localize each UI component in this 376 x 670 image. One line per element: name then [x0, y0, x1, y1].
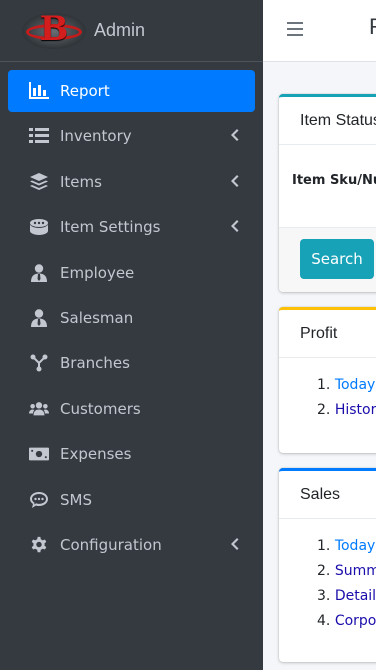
user-tie-icon [28, 263, 50, 283]
sidebar-item-label: Branches [60, 354, 130, 373]
sidebar: B Admin Report Inventory Items Item Sett… [0, 0, 263, 670]
top-navbar: R [263, 0, 376, 62]
brand-link[interactable]: B Admin [0, 0, 263, 62]
brand-logo-letter: B [39, 8, 69, 49]
sales-summary-link[interactable]: Summary [335, 563, 376, 579]
list-item: 3. Details [317, 588, 376, 613]
sales-today-link[interactable]: Today [335, 538, 376, 554]
sales-card: Sales 1. Today 2. Summary 3. Details 4. … [279, 468, 376, 662]
profit-card: Profit 1. Today 2. History [279, 307, 376, 453]
money-bill-icon [28, 444, 50, 464]
sales-corporate-link[interactable]: Corporate [335, 613, 376, 629]
profit-card-header: Profit [279, 310, 376, 358]
list-item: 1. Today [317, 538, 376, 554]
layers-icon [28, 172, 50, 192]
branches-icon [28, 353, 50, 373]
sidebar-item-salesman[interactable]: Salesman [8, 297, 255, 339]
sidebar-item-items[interactable]: Items [8, 161, 255, 203]
item-status-card: Item Status Item Sku/Num Search [279, 94, 376, 292]
list-item: 1. Today [317, 377, 376, 393]
item-sku-label: Item Sku/Num [292, 173, 376, 188]
sales-links-list: 1. Today 2. Summary 3. Details 4. Corpor… [317, 538, 376, 638]
gear-icon [28, 535, 50, 555]
sidebar-item-inventory[interactable]: Inventory [8, 115, 255, 157]
sidebar-item-label: Expenses [60, 445, 132, 464]
sidebar-item-label: Item Settings [60, 218, 161, 237]
hamburger-menu-icon[interactable] [287, 22, 303, 38]
bar-chart-icon [28, 81, 50, 101]
sidebar-item-configuration[interactable]: Configuration [8, 524, 255, 566]
sales-card-header: Sales [279, 471, 376, 519]
sidebar-item-label: SMS [60, 490, 92, 509]
list-item: 2. History [317, 402, 376, 427]
profit-today-link[interactable]: Today [335, 377, 376, 393]
sidebar-item-label: Customers [60, 399, 141, 418]
sidebar-item-employee[interactable]: Employee [8, 252, 255, 294]
chevron-left-icon [229, 127, 239, 143]
chevron-left-icon [229, 218, 239, 234]
sidebar-item-label: Employee [60, 263, 135, 282]
sidebar-item-label: Items [60, 172, 102, 191]
user-tie-icon [28, 308, 50, 328]
database-icon [28, 217, 50, 237]
sidebar-item-sms[interactable]: SMS [8, 479, 255, 521]
brand-logo: B [22, 9, 86, 49]
sidebar-item-branches[interactable]: Branches [8, 342, 255, 384]
sidebar-item-report[interactable]: Report [8, 70, 255, 112]
profit-history-link[interactable]: History [335, 402, 376, 418]
page-title: R [369, 14, 376, 40]
sidebar-item-customers[interactable]: Customers [8, 388, 255, 430]
comment-dots-icon [28, 490, 50, 510]
item-status-card-header: Item Status [279, 97, 376, 145]
list-item: 2. Summary [317, 563, 376, 588]
search-button[interactable]: Search [300, 239, 374, 279]
sidebar-item-label: Inventory [60, 127, 132, 146]
sidebar-menu: Report Inventory Items Item Settings Emp… [0, 62, 263, 566]
users-icon [28, 399, 50, 419]
sales-details-link[interactable]: Details [335, 588, 376, 604]
divider [279, 227, 376, 228]
sidebar-item-label: Salesman [60, 308, 134, 327]
sidebar-item-label: Configuration [60, 535, 162, 554]
sidebar-item-item-settings[interactable]: Item Settings [8, 206, 255, 248]
sidebar-item-expenses[interactable]: Expenses [8, 433, 255, 475]
list-item: 4. Corporate [317, 613, 376, 638]
list-icon [28, 126, 50, 146]
sidebar-item-label: Report [60, 82, 110, 100]
chevron-left-icon [229, 536, 239, 552]
profit-links-list: 1. Today 2. History [317, 377, 376, 427]
brand-title: Admin [94, 20, 146, 40]
chevron-left-icon [229, 173, 239, 189]
